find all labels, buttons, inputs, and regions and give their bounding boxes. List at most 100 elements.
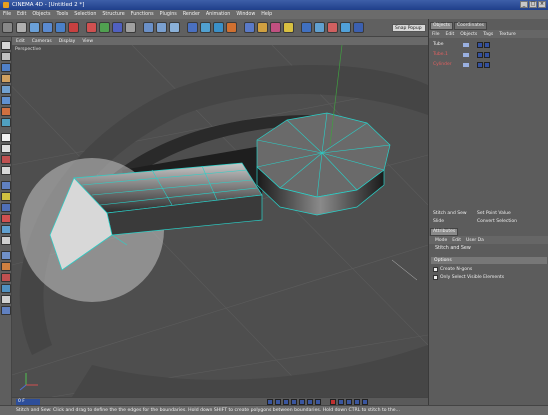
menu-plugins[interactable]: Plugins [160, 12, 177, 17]
axis-mode-icon[interactable] [1, 74, 11, 83]
y-axis-icon[interactable] [99, 22, 110, 33]
extrude-icon[interactable] [1, 295, 11, 304]
menu-render[interactable]: Render [183, 12, 200, 17]
info-right-2: Convert Selection [477, 219, 517, 224]
attributes-menu-userdata[interactable]: User Da [466, 238, 484, 243]
menu-functions[interactable]: Functions [131, 12, 154, 17]
render-view-icon[interactable] [143, 22, 154, 33]
tab-objects[interactable]: Objects [430, 22, 454, 30]
scene-icon[interactable] [244, 22, 255, 33]
viewport-menu-display[interactable]: Display [59, 39, 76, 44]
material-tag-icon[interactable] [484, 62, 490, 68]
live-select-icon[interactable] [29, 22, 40, 33]
camera-icon[interactable] [270, 22, 281, 33]
close-button[interactable]: × [538, 1, 546, 8]
menu-structure[interactable]: Structure [102, 12, 124, 17]
viewport-menu-cameras[interactable]: Cameras [32, 39, 52, 44]
option-only-select-visible[interactable]: Only Select Visible Elements [433, 275, 504, 280]
objects-menu-file[interactable]: File [432, 32, 440, 37]
tab-attributes[interactable]: Attributes [430, 228, 459, 236]
scale-icon[interactable] [55, 22, 66, 33]
viewport-menu-view[interactable]: View [82, 39, 93, 44]
tweak-mode-icon[interactable] [1, 118, 11, 127]
material-tag-icon[interactable] [484, 52, 490, 58]
render-picture-icon[interactable] [156, 22, 167, 33]
cube-object-icon[interactable] [187, 22, 198, 33]
visibility-icon[interactable] [463, 63, 469, 67]
menu-tools[interactable]: Tools [56, 12, 68, 17]
brush-icon[interactable] [1, 251, 11, 260]
menu-window[interactable]: Window [236, 12, 255, 17]
checkbox[interactable] [433, 267, 438, 272]
object-row-cylinder[interactable]: Cylinder [431, 61, 547, 69]
magnet-icon[interactable] [1, 273, 11, 282]
objects-menu-texture[interactable]: Texture [499, 32, 515, 37]
visibility-icon[interactable] [463, 43, 469, 47]
z-axis-icon[interactable] [112, 22, 123, 33]
material-tag-icon[interactable] [484, 42, 490, 48]
objects-menu-edit[interactable]: Edit [446, 32, 455, 37]
fcurve-icon[interactable] [340, 22, 351, 33]
object-row-tube[interactable]: Tube [431, 41, 547, 49]
checker-icon[interactable] [1, 133, 11, 142]
layout-icon[interactable] [301, 22, 312, 33]
move-icon[interactable] [42, 22, 53, 33]
minimize-button[interactable]: _ [520, 1, 528, 8]
deformer-icon[interactable] [226, 22, 237, 33]
menu-edit[interactable]: Edit [17, 12, 26, 17]
lock-icon[interactable] [1, 203, 11, 212]
menu-selection[interactable]: Selection [74, 12, 96, 17]
snap-icon[interactable] [1, 166, 11, 175]
checkbox[interactable] [433, 275, 438, 280]
attributes-menu-edit[interactable]: Edit [452, 238, 461, 243]
points-mode-icon[interactable] [1, 85, 11, 94]
object-mode-icon[interactable] [1, 52, 11, 61]
animation-icon[interactable] [1, 155, 11, 164]
knife-icon[interactable] [1, 262, 11, 271]
maximize-button[interactable]: □ [529, 1, 537, 8]
x-axis-icon[interactable] [86, 22, 97, 33]
menu-objects[interactable]: Objects [32, 12, 50, 17]
solo-icon[interactable] [1, 192, 11, 201]
viewport-3d[interactable]: Perspective [12, 45, 428, 397]
objects-menu-objects[interactable]: Objects [460, 32, 477, 37]
menu-help[interactable]: Help [261, 12, 272, 17]
snap-popup-dropdown[interactable]: Snap Popup [392, 24, 426, 32]
undo-icon[interactable] [2, 22, 13, 33]
tab-coordinates[interactable]: Coordinates [454, 22, 488, 30]
subdivision-icon[interactable] [200, 22, 211, 33]
phong-tag-icon[interactable] [477, 62, 483, 68]
select-arrow-icon[interactable] [16, 22, 27, 33]
attributes-menu-mode[interactable]: Mode [435, 238, 447, 243]
scene-render [12, 45, 428, 397]
objects-menu-tags[interactable]: Tags [483, 32, 493, 37]
record-icon[interactable] [1, 214, 11, 223]
render-settings-icon[interactable] [169, 22, 180, 33]
timeline-icon[interactable] [327, 22, 338, 33]
mirror-icon[interactable] [1, 284, 11, 293]
bevel-icon[interactable] [1, 306, 11, 315]
menu-animation[interactable]: Animation [206, 12, 230, 17]
model-mode-icon[interactable] [1, 41, 11, 50]
edges-mode-icon[interactable] [1, 96, 11, 105]
viewport-menu-edit[interactable]: Edit [16, 39, 25, 44]
light-icon[interactable] [283, 22, 294, 33]
object-row-tube-1[interactable]: Tube.1 [431, 51, 547, 59]
array-icon[interactable] [213, 22, 224, 33]
rotate-icon[interactable] [68, 22, 79, 33]
menu-file[interactable]: File [3, 12, 11, 17]
texture-mode-icon[interactable] [1, 63, 11, 72]
workplane-icon[interactable] [1, 181, 11, 190]
option-create-ngons[interactable]: Create N-gons [433, 267, 472, 272]
keyframe-icon[interactable] [1, 225, 11, 234]
visibility-icon[interactable] [463, 53, 469, 57]
paint-icon[interactable] [1, 144, 11, 153]
phong-tag-icon[interactable] [477, 52, 483, 58]
phong-tag-icon[interactable] [477, 42, 483, 48]
environment-icon[interactable] [257, 22, 268, 33]
bp-icon[interactable] [314, 22, 325, 33]
material-icon[interactable] [353, 22, 364, 33]
sculpt-icon[interactable] [1, 236, 11, 245]
polygons-mode-icon[interactable] [1, 107, 11, 116]
world-coords-icon[interactable] [125, 22, 136, 33]
